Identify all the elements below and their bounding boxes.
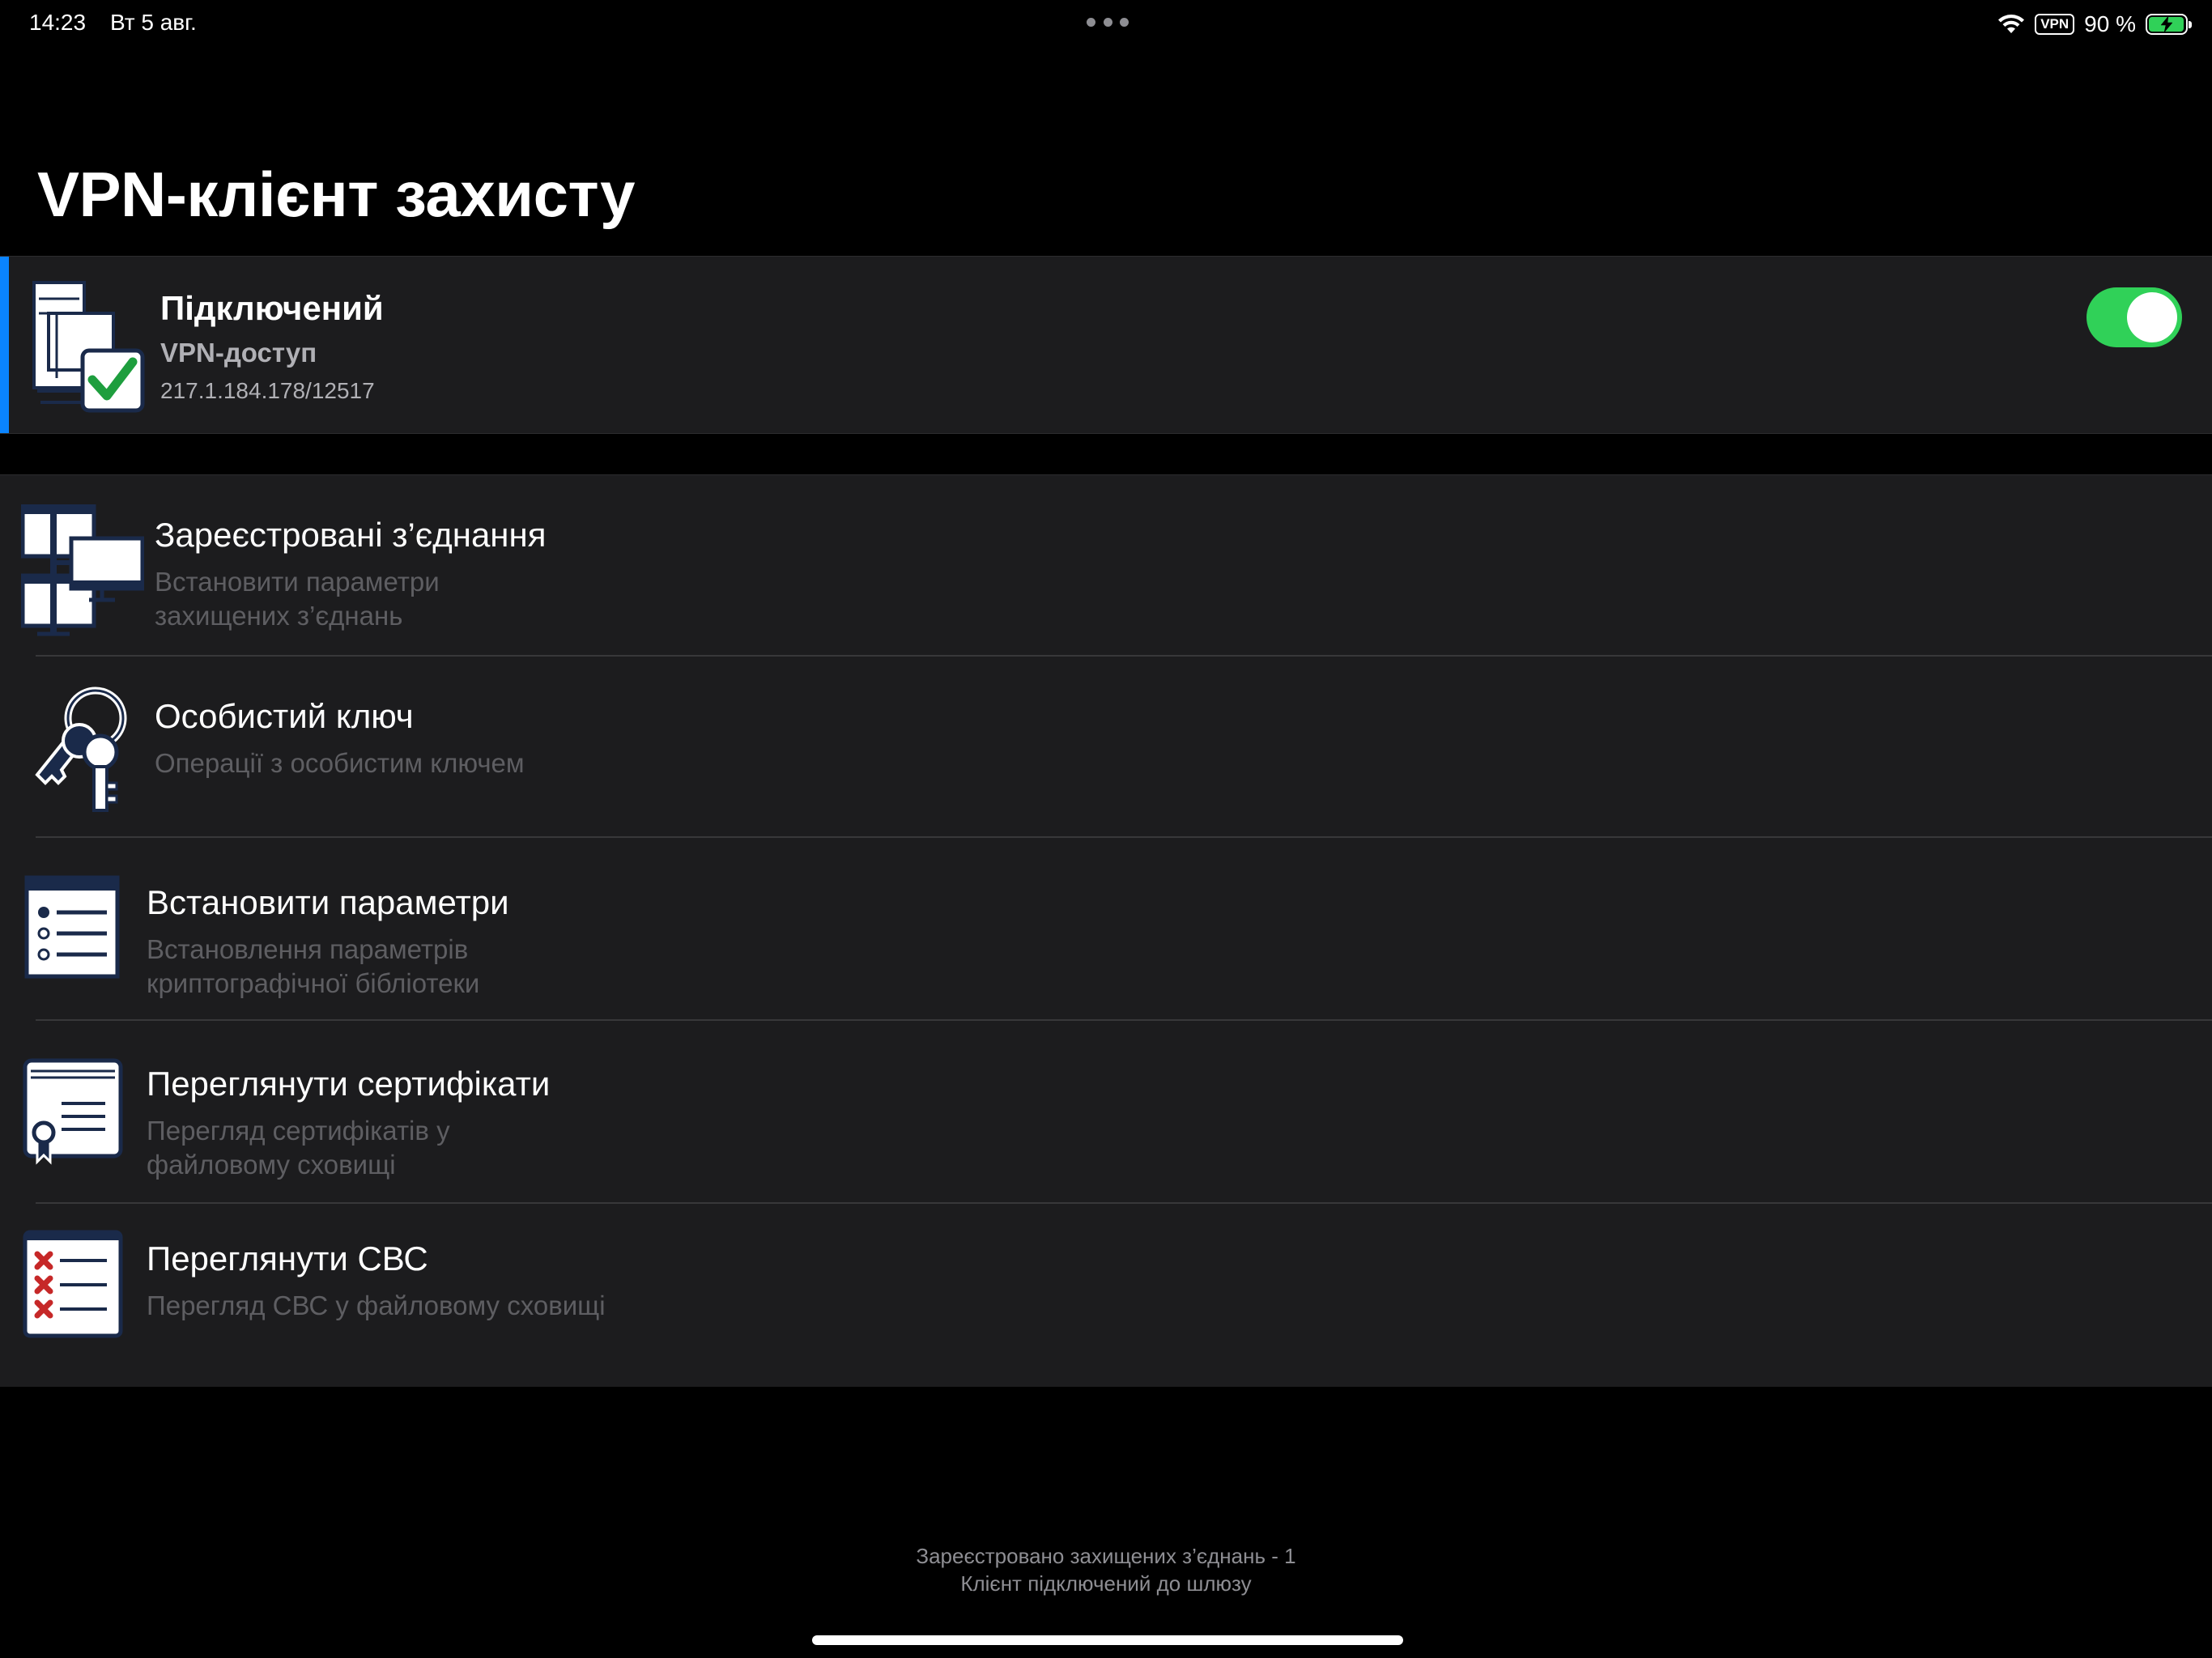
wifi-icon (1998, 15, 2025, 33)
connection-address: 217.1.184.178/12517 (160, 378, 375, 403)
menu-item-view-certificates[interactable]: Переглянути сертифікати Перегляд сертифі… (0, 1021, 2212, 1204)
keys-icon (29, 686, 134, 819)
battery-percent: 90 % (2084, 11, 2136, 36)
connection-card[interactable]: Підключений VPN-доступ 217.1.184.178/125… (0, 256, 2212, 434)
menu-item-title: Особистий ключ (155, 697, 414, 735)
connection-type: VPN-доступ (160, 338, 317, 368)
menu-item-title: Переглянути сертифікати (147, 1065, 551, 1103)
menu-item-set-parameters[interactable]: Встановити параметри Встановлення параме… (0, 838, 2212, 1021)
menu-item-view-crl[interactable]: Переглянути СВС Перегляд СВС у файловому… (0, 1204, 2212, 1387)
battery-charging-icon (2146, 14, 2192, 35)
footer-gateway-status: Клієнт підключений до шлюзу (960, 1571, 1252, 1596)
menu-item-subtitle: Встановлення параметрів криптографічної … (147, 934, 480, 998)
menu-list: Зареєстровані з’єднання Встановити парам… (0, 474, 2212, 1387)
screen: 14:23 Вт 5 авг. VPN 90 % VPN-клієнт захи… (0, 0, 2212, 1658)
revocation-list-icon (23, 1230, 125, 1344)
home-indicator[interactable] (812, 1635, 1403, 1645)
status-bar: 14:23 Вт 5 авг. VPN 90 % (0, 0, 2212, 49)
status-indicators: VPN 90 % (1997, 8, 2192, 40)
vpn-toggle[interactable] (2087, 287, 2182, 347)
menu-item-title: Переглянути СВС (147, 1239, 428, 1278)
vpn-icon: VPN (2035, 14, 2075, 35)
menu-item-subtitle: Встановити параметри захищених з’єднань (155, 567, 440, 631)
toggle-knob (2127, 292, 2177, 342)
certificate-icon (23, 1058, 125, 1175)
multitasking-dots-icon[interactable] (1087, 18, 1129, 28)
connected-computers-check-icon (32, 281, 146, 419)
footer-registered-count: Зареєстровано захищених з’єднань - 1 (916, 1544, 1296, 1568)
menu-item-subtitle: Перегляд сертифікатів у файловому сховищ… (147, 1116, 450, 1180)
status-time: 14:23 (29, 10, 87, 35)
status-date: Вт 5 авг. (110, 10, 197, 35)
settings-list-icon (24, 875, 121, 984)
footer-status: Зареєстровано захищених з’єднань - 1 Клі… (0, 1542, 2212, 1597)
menu-item-subtitle: Операції з особистим ключем (155, 748, 525, 778)
connection-status: Підключений (160, 289, 384, 327)
menu-item-private-key[interactable]: Особистий ключ Операції з особистим ключ… (0, 657, 2212, 838)
network-computers-icon (20, 504, 145, 642)
page-title: VPN-клієнт захисту (37, 159, 635, 230)
selection-accent (0, 257, 9, 433)
menu-item-title: Встановити параметри (147, 883, 509, 921)
menu-item-title: Зареєстровані з’єднання (155, 516, 547, 554)
menu-item-subtitle: Перегляд СВС у файловому сховищі (147, 1290, 606, 1320)
menu-item-registered-connections[interactable]: Зареєстровані з’єднання Встановити парам… (0, 475, 2212, 657)
